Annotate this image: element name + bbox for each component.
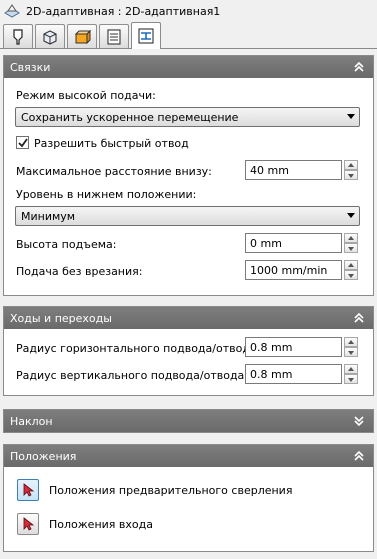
no-engage-feed-input[interactable]: 1000 mm/min xyxy=(245,260,342,280)
low-level-dropdown[interactable]: Минимум xyxy=(15,206,360,226)
max-down-input[interactable]: 40 mm xyxy=(245,160,342,180)
spin-up-icon[interactable] xyxy=(344,364,358,374)
tab-strip xyxy=(0,22,377,49)
collapse-icon[interactable] xyxy=(353,450,365,462)
tab-layers[interactable] xyxy=(67,24,97,48)
h-radius-value: 0.8 mm xyxy=(250,340,293,354)
passes-section: Ходы и переходы Радиус горизонтального п… xyxy=(3,306,374,396)
spin-up-icon[interactable] xyxy=(344,337,358,347)
collapse-icon[interactable] xyxy=(353,312,365,324)
spin-up-icon[interactable] xyxy=(344,260,358,270)
predrill-positions-button[interactable] xyxy=(17,479,39,501)
lift-height-spinner[interactable] xyxy=(344,233,358,253)
spin-down-icon[interactable] xyxy=(344,270,358,280)
entry-positions-button[interactable] xyxy=(17,513,39,535)
passes-section-title: Ходы и переходы xyxy=(10,311,112,325)
geometry-icon xyxy=(43,29,57,45)
high-feed-label: Режим высокой подачи: xyxy=(16,89,156,102)
high-feed-dropdown[interactable]: Сохранить ускоренное перемещение xyxy=(15,107,360,127)
cursor-icon xyxy=(23,517,35,531)
h-radius-spinner[interactable] xyxy=(344,337,358,357)
low-level-value: Минимум xyxy=(21,209,76,223)
links-section-title: Связки xyxy=(10,60,51,74)
tab-tool[interactable] xyxy=(3,24,33,48)
lift-height-input[interactable]: 0 mm xyxy=(245,233,342,253)
entry-positions-label: Положения входа xyxy=(49,518,153,531)
tilt-section: Наклон xyxy=(3,409,374,433)
no-engage-feed-value: 1000 mm/min xyxy=(250,263,328,277)
positions-section-title: Положения xyxy=(10,449,77,463)
spin-up-icon[interactable] xyxy=(344,233,358,243)
v-radius-label: Радиус вертикального подвода/отвода: xyxy=(16,369,248,382)
tab-list[interactable] xyxy=(99,24,129,48)
collapse-icon[interactable] xyxy=(353,61,365,73)
links-section: Связки Режим высокой подачи: Сохранить у… xyxy=(3,55,374,296)
spin-down-icon[interactable] xyxy=(344,243,358,253)
no-engage-feed-label: Подача без врезания: xyxy=(16,265,143,278)
predrill-positions-label: Положения предварительного сверления xyxy=(49,484,293,497)
max-down-value: 40 mm xyxy=(250,163,289,177)
spin-down-icon[interactable] xyxy=(344,170,358,180)
links-section-header[interactable]: Связки xyxy=(4,56,373,78)
dropdown-arrow-icon xyxy=(347,114,355,119)
tab-links[interactable] xyxy=(131,22,161,49)
spin-down-icon[interactable] xyxy=(344,347,358,357)
lift-height-label: Высота подъема: xyxy=(16,238,117,251)
spin-up-icon[interactable] xyxy=(344,160,358,170)
positions-section: Положения Положения предварительного све… xyxy=(3,444,374,552)
list-icon xyxy=(107,28,121,45)
expand-icon[interactable] xyxy=(353,415,365,427)
high-feed-value: Сохранить ускоренное перемещение xyxy=(21,110,239,124)
positions-section-header[interactable]: Положения xyxy=(4,445,373,467)
h-radius-label: Радиус горизонтального подвода/отвода: xyxy=(16,342,261,355)
h-radius-input[interactable]: 0.8 mm xyxy=(245,337,342,357)
links-icon xyxy=(138,28,154,44)
fast-retract-checkbox[interactable] xyxy=(16,136,29,149)
window-titlebar: 2D-адаптивная : 2D-адаптивная1 xyxy=(0,0,377,22)
v-radius-value: 0.8 mm xyxy=(250,367,293,381)
layers-icon xyxy=(74,29,91,44)
tab-geometry[interactable] xyxy=(35,24,65,48)
v-radius-spinner[interactable] xyxy=(344,364,358,384)
dropdown-arrow-icon xyxy=(347,213,355,218)
tilt-section-title: Наклон xyxy=(10,414,53,428)
fast-retract-label: Разрешить быстрый отвод xyxy=(34,137,189,150)
spin-down-icon[interactable] xyxy=(344,374,358,384)
no-engage-feed-spinner[interactable] xyxy=(344,260,358,280)
passes-section-header[interactable]: Ходы и переходы xyxy=(4,307,373,329)
v-radius-input[interactable]: 0.8 mm xyxy=(245,364,342,384)
lift-height-value: 0 mm xyxy=(250,236,282,250)
tilt-section-header[interactable]: Наклон xyxy=(4,410,373,432)
window-title: 2D-адаптивная : 2D-адаптивная1 xyxy=(26,4,221,18)
low-level-label: Уровень в нижнем положении: xyxy=(16,188,197,201)
app-icon xyxy=(4,4,20,18)
checkmark-icon xyxy=(17,137,28,147)
max-down-label: Максимальное расстояние внизу: xyxy=(16,165,212,178)
max-down-spinner[interactable] xyxy=(344,160,358,180)
cursor-icon xyxy=(23,483,35,497)
tool-icon xyxy=(13,28,23,45)
